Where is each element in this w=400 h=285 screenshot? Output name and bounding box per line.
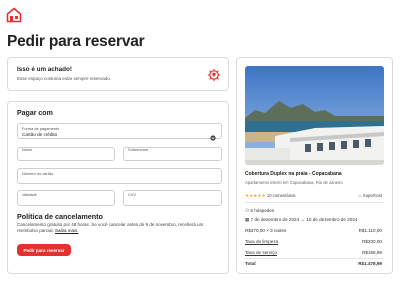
expiry-label: Validade: [22, 192, 37, 197]
listing-rating: ★★★★★ 10 comentários: [245, 193, 296, 199]
policy-title: Política de cancelamento: [17, 212, 103, 221]
guests-icon: ⚇: [245, 208, 250, 213]
listing-summary-card: Cobertura Duplex na praia - Copacabana A…: [236, 57, 393, 274]
first-name-label: Nome: [22, 147, 33, 152]
chevron-down-icon: [210, 128, 216, 141]
payment-title: Pagar com: [17, 110, 53, 117]
logo-icon[interactable]: [6, 7, 22, 23]
payment-form-card: Pagar com Forma de pagamento Cartão de c…: [7, 101, 229, 274]
total-label: Total: [245, 261, 256, 266]
checkout-date: 10 de dezembro de 2024: [306, 217, 358, 222]
cvv-field[interactable]: CVV: [123, 190, 222, 206]
price-nights-label: R$370,00 × 3 noites: [245, 228, 287, 233]
superhost-badge: ♨ Superhost: [358, 193, 382, 198]
notice-subtitle: Esse espaço costuma estar sempre reserva…: [17, 76, 112, 81]
payment-method-select[interactable]: Forma de pagamento Cartão de crédito: [17, 123, 222, 141]
card-number-field[interactable]: Número do cartão: [17, 168, 222, 184]
dates-row: ▦ 7 de dezembro de 2024 → 10 de dezembro…: [245, 217, 357, 223]
payment-method-label: Forma de pagamento: [22, 126, 60, 131]
last-name-label: Sobrenome: [128, 147, 149, 152]
diamond-icon: [207, 68, 221, 82]
divider: [245, 258, 384, 259]
page-title: Pedir para reservar: [7, 33, 145, 50]
cleaning-fee-label[interactable]: Taxa de limpeza: [245, 239, 278, 244]
total-value: R$1.478,99: [358, 261, 382, 266]
calendar-icon: ▦: [245, 217, 250, 222]
checkin-date: 7 de dezembro de 2024: [250, 217, 300, 222]
price-nights-value: R$1.110,00: [358, 228, 382, 233]
reserve-button[interactable]: Pedir para reservar: [17, 244, 71, 256]
service-fee-label[interactable]: Taxa de serviço: [245, 250, 277, 255]
guests-row: ⚇ 5 hóspedes: [245, 208, 274, 214]
card-number-label: Número do cartão: [22, 171, 54, 176]
listing-photo: [245, 66, 384, 165]
cleaning-fee-value: R$200,00: [362, 239, 382, 244]
rating-count: 10 comentários: [266, 193, 296, 198]
expiry-field[interactable]: Validade: [17, 190, 115, 206]
policy-text: Cancelamento gratuito por 48 horas. Se v…: [17, 222, 222, 234]
cvv-label: CVV: [128, 192, 136, 197]
payment-method-value: Cartão de crédito: [22, 132, 58, 137]
award-icon: ♨: [357, 193, 362, 198]
policy-body: Cancelamento gratuito por 48 horas. Se v…: [17, 222, 204, 233]
arrow-icon: →: [300, 217, 306, 222]
superhost-label: Superhost: [362, 193, 382, 198]
listing-name: Cobertura Duplex na praia - Copacabana: [245, 171, 342, 177]
policy-learn-more-link[interactable]: Saiba mais.: [55, 228, 79, 233]
listing-location: Apartamento inteiro em Copacabana, Rio d…: [245, 180, 343, 185]
notice-title: Isso é um achado!: [17, 66, 72, 73]
divider: [245, 202, 384, 203]
first-name-field[interactable]: Nome: [17, 147, 115, 161]
rating-stars-icon: ★★★★★: [245, 193, 266, 198]
guests-count: 5 hóspedes: [250, 208, 275, 213]
service-fee-value: R$168,99: [362, 250, 382, 255]
notice-card: Isso é um achado! Esse espaço costuma es…: [7, 57, 229, 91]
last-name-field[interactable]: Sobrenome: [123, 147, 222, 161]
